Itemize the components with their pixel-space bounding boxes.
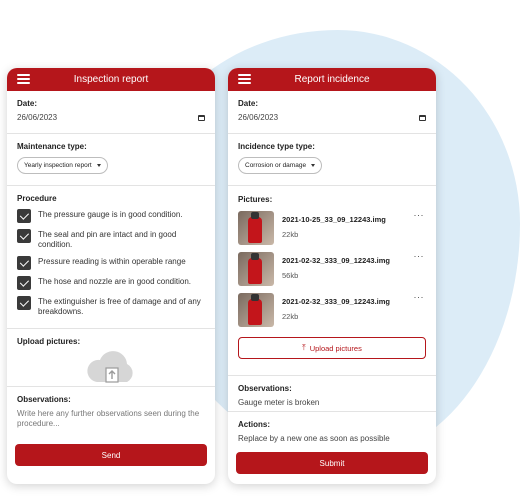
checkbox-checked-icon[interactable] bbox=[17, 276, 31, 290]
date-section: Date: 26/06/2023 bbox=[228, 91, 436, 134]
procedure-item[interactable]: Pressure reading is within operable rang… bbox=[17, 256, 205, 270]
submit-button[interactable]: Submit bbox=[236, 452, 428, 474]
observations-value[interactable]: Gauge meter is broken bbox=[238, 398, 426, 407]
observations-label: Observations: bbox=[238, 384, 292, 393]
maintenance-type-select[interactable]: Yearly inspection report bbox=[17, 157, 108, 174]
calendar-icon[interactable] bbox=[198, 114, 205, 121]
date-field[interactable]: 26/06/2023 bbox=[17, 108, 205, 122]
menu-icon[interactable] bbox=[17, 74, 30, 84]
picture-name: 2021-02-32_333_09_12243.img bbox=[282, 256, 391, 265]
picture-item[interactable]: 2021-02-32_333_09_12243.img 56kb ··· bbox=[238, 251, 426, 286]
pictures-section: Pictures: 2021-10-25_33_09_12243.img 22k… bbox=[228, 186, 436, 376]
date-section: Date: 26/06/2023 bbox=[7, 91, 215, 134]
incidence-type-value: Corrosion or damage bbox=[245, 162, 307, 169]
checkbox-checked-icon[interactable] bbox=[17, 256, 31, 270]
picture-thumbnail bbox=[238, 293, 274, 327]
procedure-item[interactable]: The hose and nozzle are in good conditio… bbox=[17, 276, 205, 290]
picture-item[interactable]: 2021-10-25_33_09_12243.img 22kb ··· bbox=[238, 210, 426, 245]
procedure-item-text: The extinguisher is free of damage and o… bbox=[38, 297, 201, 316]
observations-section: Observations: Write here any further obs… bbox=[7, 387, 215, 437]
upload-pictures-label: Upload pictures bbox=[309, 343, 362, 353]
maintenance-section: Maintenance type: Yearly inspection repo… bbox=[7, 134, 215, 186]
pictures-label: Pictures: bbox=[238, 195, 273, 204]
screen-title: Report incidence bbox=[294, 74, 370, 85]
procedure-item-text: The seal and pin are intact and in good … bbox=[38, 230, 177, 249]
upload-section: Upload pictures: bbox=[7, 329, 215, 387]
procedure-item-text: The hose and nozzle are in good conditio… bbox=[38, 277, 191, 286]
actions-value[interactable]: Replace by a new one as soon as possible bbox=[238, 434, 426, 443]
procedure-item-text: Pressure reading is within operable rang… bbox=[38, 257, 186, 266]
procedure-label: Procedure bbox=[17, 194, 57, 203]
checkbox-checked-icon[interactable] bbox=[17, 296, 31, 310]
date-label: Date: bbox=[238, 99, 259, 108]
picture-thumbnail bbox=[238, 252, 274, 286]
screen-title: Inspection report bbox=[73, 74, 149, 85]
upload-label: Upload pictures: bbox=[17, 337, 81, 346]
menu-icon[interactable] bbox=[238, 74, 251, 84]
picture-name: 2021-10-25_33_09_12243.img bbox=[282, 215, 386, 224]
picture-item[interactable]: 2021-02-32_333_09_12243.img 22kb ··· bbox=[238, 292, 426, 327]
picture-name: 2021-02-32_333_09_12243.img bbox=[282, 297, 391, 306]
date-value: 26/06/2023 bbox=[238, 113, 279, 122]
date-label: Date: bbox=[17, 99, 38, 108]
picture-size: 56kb bbox=[282, 271, 299, 280]
app-header: Inspection report bbox=[7, 68, 215, 91]
incidence-section: Incidence type type: Corrosion or damage bbox=[228, 134, 436, 186]
date-value: 26/06/2023 bbox=[17, 113, 58, 122]
inspection-report-screen: Inspection report Date: 26/06/2023 Maint… bbox=[7, 68, 215, 484]
checkbox-checked-icon[interactable] bbox=[17, 229, 31, 243]
incidence-label: Incidence type type: bbox=[238, 142, 315, 151]
incidence-type-select[interactable]: Corrosion or damage bbox=[238, 157, 323, 174]
more-icon[interactable]: ··· bbox=[414, 251, 425, 261]
calendar-icon[interactable] bbox=[419, 114, 426, 121]
chevron-down-icon bbox=[311, 164, 316, 167]
procedure-item-text: The pressure gauge is in good condition. bbox=[38, 210, 183, 219]
upload-pictures-button[interactable]: ⤒ Upload pictures bbox=[238, 337, 426, 359]
chevron-down-icon bbox=[96, 164, 101, 167]
more-icon[interactable]: ··· bbox=[414, 210, 425, 220]
app-header: Report incidence bbox=[228, 68, 436, 91]
observations-input[interactable]: Write here any further observations seen… bbox=[17, 409, 205, 429]
date-field[interactable]: 26/06/2023 bbox=[238, 108, 426, 122]
maintenance-label: Maintenance type: bbox=[17, 142, 87, 151]
checkbox-checked-icon[interactable] bbox=[17, 209, 31, 223]
cloud-upload-icon[interactable] bbox=[83, 348, 139, 388]
upload-icon: ⤒ bbox=[302, 343, 306, 352]
procedure-item[interactable]: The extinguisher is free of damage and o… bbox=[17, 296, 205, 317]
picture-size: 22kb bbox=[282, 230, 299, 239]
send-button[interactable]: Send bbox=[15, 444, 207, 466]
actions-label: Actions: bbox=[238, 420, 270, 429]
picture-thumbnail bbox=[238, 211, 274, 245]
more-icon[interactable]: ··· bbox=[414, 292, 425, 302]
observations-section: Observations: Gauge meter is broken bbox=[228, 376, 436, 412]
procedure-section: Procedure The pressure gauge is in good … bbox=[7, 186, 215, 329]
observations-label: Observations: bbox=[17, 395, 71, 404]
upload-dropzone[interactable] bbox=[17, 346, 205, 390]
report-incidence-screen: Report incidence Date: 26/06/2023 Incide… bbox=[228, 68, 436, 484]
procedure-item[interactable]: The pressure gauge is in good condition. bbox=[17, 209, 205, 223]
picture-size: 22kb bbox=[282, 312, 299, 321]
actions-section: Actions: Replace by a new one as soon as… bbox=[228, 412, 436, 451]
procedure-item[interactable]: The seal and pin are intact and in good … bbox=[17, 229, 205, 250]
maintenance-type-value: Yearly inspection report bbox=[24, 162, 92, 169]
